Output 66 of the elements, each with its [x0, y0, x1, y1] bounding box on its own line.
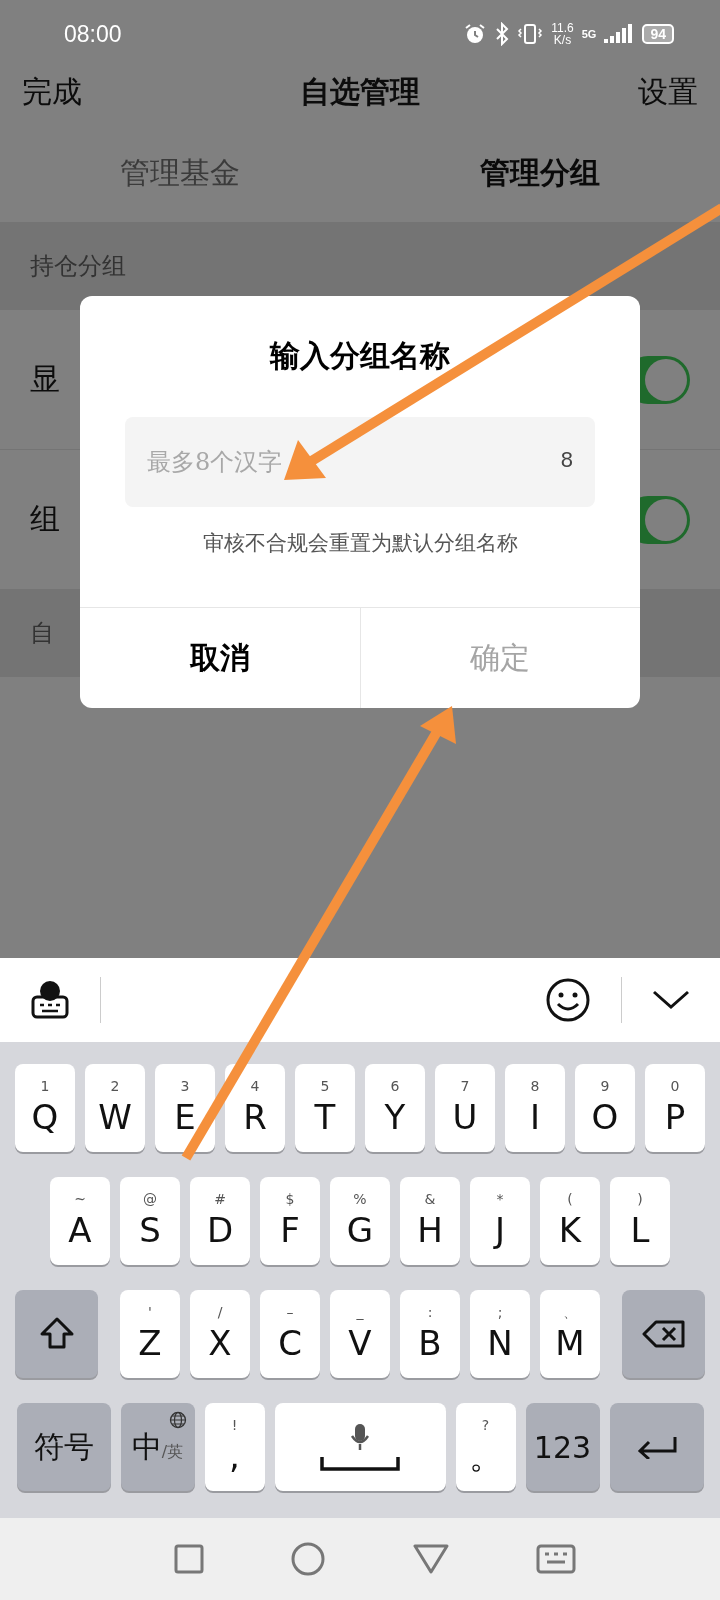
- key[interactable]: 123: [525, 1403, 600, 1491]
- square-icon[interactable]: [173, 1544, 204, 1574]
- key[interactable]: _ V: [330, 1290, 390, 1378]
- key[interactable]: 3 E: [155, 1064, 215, 1152]
- hint-text: 审核不合规会重置为默认分组名称: [202, 530, 518, 557]
- microphone-icon: [350, 1423, 370, 1451]
- key[interactable]: 6 Y: [365, 1064, 425, 1152]
- keyboard-icon[interactable]: [30, 979, 70, 1021]
- tab[interactable]: 管理分组: [360, 153, 720, 194]
- dialog-title: 输入分组名称: [270, 337, 450, 375]
- key[interactable]: ' Z: [120, 1290, 180, 1378]
- key[interactable]: ) L: [610, 1177, 670, 1265]
- space-bar-icon: [320, 1457, 400, 1471]
- battery-indicator: 94: [642, 24, 674, 44]
- enter-icon: [636, 1435, 677, 1459]
- dialog-button[interactable]: 取消: [80, 608, 360, 708]
- signal-icon: [604, 22, 635, 46]
- key[interactable]: 2 W: [85, 1064, 145, 1152]
- net-speed: 11.6: [551, 22, 574, 34]
- key[interactable]: 8 I: [505, 1064, 565, 1152]
- key[interactable]: ( K: [540, 1177, 600, 1265]
- key[interactable]: 1 Q: [15, 1064, 75, 1152]
- key[interactable]: ~ A: [50, 1177, 110, 1265]
- network-type: 5G: [581, 28, 597, 40]
- chevron-down-icon[interactable]: [652, 989, 690, 1011]
- setting-label: 组: [30, 500, 60, 538]
- key[interactable]: [622, 1290, 705, 1378]
- character-counter: 8: [560, 447, 573, 473]
- key[interactable]: # D: [190, 1177, 250, 1265]
- globe-icon: [168, 1411, 187, 1429]
- key[interactable]: ! ,: [204, 1403, 265, 1491]
- key[interactable]: * J: [470, 1177, 530, 1265]
- key[interactable]: 0 P: [645, 1064, 705, 1152]
- key[interactable]: : B: [400, 1290, 460, 1378]
- bluetooth-icon: [495, 22, 510, 46]
- key[interactable]: 5 T: [295, 1064, 355, 1152]
- key[interactable]: @ S: [120, 1177, 180, 1265]
- setting-label: 显: [30, 360, 60, 398]
- key[interactable]: 4 R: [225, 1064, 285, 1152]
- key[interactable]: – C: [260, 1290, 320, 1378]
- key[interactable]: % G: [330, 1177, 390, 1265]
- key[interactable]: 7 U: [435, 1064, 495, 1152]
- key[interactable]: $ F: [260, 1177, 320, 1265]
- key[interactable]: 、 M: [540, 1290, 600, 1378]
- settings-button[interactable]: 设置: [638, 72, 698, 113]
- circle-icon[interactable]: [291, 1542, 326, 1576]
- shift-icon: [38, 1316, 75, 1352]
- status-time: 08:00: [64, 20, 122, 48]
- key[interactable]: 9 O: [575, 1064, 635, 1152]
- section-title: 自: [30, 618, 54, 649]
- key[interactable]: [274, 1403, 446, 1491]
- key[interactable]: 中/英: [120, 1403, 195, 1491]
- triangle-icon[interactable]: [412, 1543, 449, 1575]
- net-unit: K/s: [553, 34, 572, 46]
- key[interactable]: [15, 1290, 98, 1378]
- section-title: 持仓分组: [30, 251, 126, 282]
- key[interactable]: / X: [190, 1290, 250, 1378]
- done-button[interactable]: 完成: [22, 72, 82, 113]
- page-title: 自选管理: [300, 73, 420, 111]
- key[interactable]: & H: [400, 1177, 460, 1265]
- backspace-icon: [641, 1319, 686, 1349]
- key[interactable]: 符号: [16, 1403, 111, 1491]
- vibrate-icon: [517, 22, 544, 46]
- key[interactable]: ? 。: [455, 1403, 516, 1491]
- emoji-icon[interactable]: [545, 977, 591, 1023]
- key[interactable]: ; N: [470, 1290, 530, 1378]
